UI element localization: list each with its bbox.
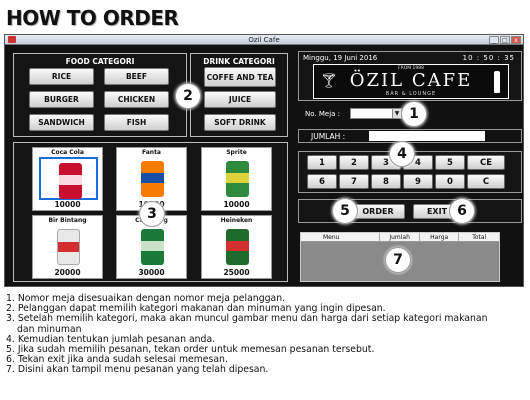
table-number-select[interactable]: ▼	[350, 108, 402, 119]
menu-card-name: Sprite	[226, 149, 247, 156]
menu-card-price: 25000	[223, 268, 250, 277]
food-fish-button[interactable]: FISH	[104, 114, 169, 131]
food-chicken-button[interactable]: CHICKEN	[104, 91, 169, 108]
callout-7: 7	[385, 247, 411, 273]
menu-card-sprite[interactable]: Sprite 10000	[201, 147, 272, 211]
food-category-title: FOOD CATEGORI	[65, 57, 135, 66]
sprite-image	[208, 157, 267, 200]
order-table-header: Menu Jumlah Harga Total	[301, 233, 499, 242]
jumlah-label: JUMLAH :	[311, 132, 346, 141]
menu-card-name: Bir Bintang	[48, 217, 87, 224]
key-2[interactable]: 2	[339, 155, 369, 170]
menu-card-price: 10000	[54, 200, 81, 209]
column-jumlah[interactable]: Jumlah	[380, 233, 420, 241]
column-menu[interactable]: Menu	[301, 233, 381, 241]
callout-3: 3	[139, 201, 165, 227]
key-0[interactable]: 0	[435, 174, 465, 189]
drink-juice-button[interactable]: JUICE	[204, 91, 276, 108]
jumlah-row: JUMLAH :	[298, 129, 522, 143]
wine-glass-icon: 🍸︎	[320, 73, 338, 89]
jumlah-input[interactable]	[369, 131, 485, 141]
menu-card-name: Coca Cola	[51, 149, 84, 156]
food-category-panel: FOOD CATEGORI RICE BEEF BURGER CHICKEN S…	[13, 53, 187, 137]
fanta-image	[123, 157, 182, 200]
chevron-down-icon[interactable]: ▼	[392, 109, 401, 118]
drink-coffee-tea-button[interactable]: COFFE AND TEA	[204, 67, 276, 87]
date-label: Minggu, 19 Juni 2016	[303, 54, 378, 62]
key-c[interactable]: C	[467, 174, 505, 189]
key-7[interactable]: 7	[339, 174, 369, 189]
drink-category-panel: DRINK CATEGORI COFFE AND TEA JUICE SOFT …	[190, 53, 288, 137]
menu-card-name: Fanta	[142, 149, 161, 156]
callout-6: 6	[449, 198, 475, 224]
time-label: 10 : 50 : 35	[462, 54, 515, 62]
menu-card-price: 30000	[138, 268, 165, 277]
food-burger-button[interactable]: BURGER	[29, 91, 94, 108]
drink-category-title: DRINK CATEGORI	[203, 57, 275, 66]
key-5[interactable]: 5	[435, 155, 465, 170]
callout-1: 1	[401, 101, 427, 127]
minimize-button[interactable]: _	[489, 36, 499, 44]
drink-soft-drink-button[interactable]: SOFT DRINK	[204, 114, 276, 131]
key-6[interactable]: 6	[307, 174, 337, 189]
food-beef-button[interactable]: BEEF	[104, 68, 169, 85]
food-rice-button[interactable]: RICE	[29, 68, 94, 85]
menu-card-bir-bintang[interactable]: Bir Bintang 20000	[32, 215, 103, 279]
carlsberg-image	[123, 225, 182, 268]
callout-4: 4	[389, 141, 415, 167]
callout-5: 5	[332, 198, 358, 224]
key-ce[interactable]: CE	[467, 155, 505, 170]
coca-cola-image	[39, 157, 98, 200]
bir-bintang-image	[39, 225, 98, 268]
menu-card-price: 20000	[54, 268, 81, 277]
window-title: Ozil Cafe	[248, 36, 280, 44]
cafe-logo: FROM 1988 ÖZIL CAFE BAR & LOUNGE 🍸︎	[313, 64, 509, 99]
page-heading: HOW TO ORDER	[6, 6, 179, 30]
callout-2: 2	[175, 83, 201, 109]
column-total[interactable]: Total	[459, 233, 499, 241]
order-button[interactable]: ORDER	[351, 204, 405, 219]
menu-card-name: Heineken	[220, 217, 253, 224]
app-window: Ozil Cafe _ □ x FOOD CATEGORI RICE BEEF …	[4, 34, 524, 287]
logo-subtitle: BAR & LOUNGE	[385, 91, 437, 97]
food-sandwich-button[interactable]: SANDWICH	[29, 114, 94, 131]
maximize-button[interactable]: □	[500, 36, 510, 44]
menu-card-heineken[interactable]: Heineken 25000	[201, 215, 272, 279]
table-number-label: No. Meja :	[305, 110, 341, 118]
menu-card-coca-cola[interactable]: Coca Cola 10000	[32, 147, 103, 211]
key-8[interactable]: 8	[371, 174, 401, 189]
header-panel: Minggu, 19 Juni 2016 10 : 50 : 35 FROM 1…	[298, 51, 522, 101]
logo-name: ÖZIL CAFE	[349, 70, 473, 91]
column-harga[interactable]: Harga	[420, 233, 460, 241]
instruction-item: 7. Disini akan tampil menu pesanan yang …	[6, 364, 269, 376]
instructions-list: 1. Nomor meja disesuaikan dengan nomor m…	[6, 293, 526, 376]
close-button[interactable]: x	[511, 36, 521, 44]
heineken-image	[208, 225, 267, 268]
key-9[interactable]: 9	[403, 174, 433, 189]
instruction-item: 3. Setelah memilih kategori, maka akan m…	[6, 313, 488, 325]
menu-card-price: 10000	[223, 200, 250, 209]
key-1[interactable]: 1	[307, 155, 337, 170]
bottle-icon	[494, 71, 500, 93]
title-bar: Ozil Cafe _ □ x	[5, 35, 523, 45]
